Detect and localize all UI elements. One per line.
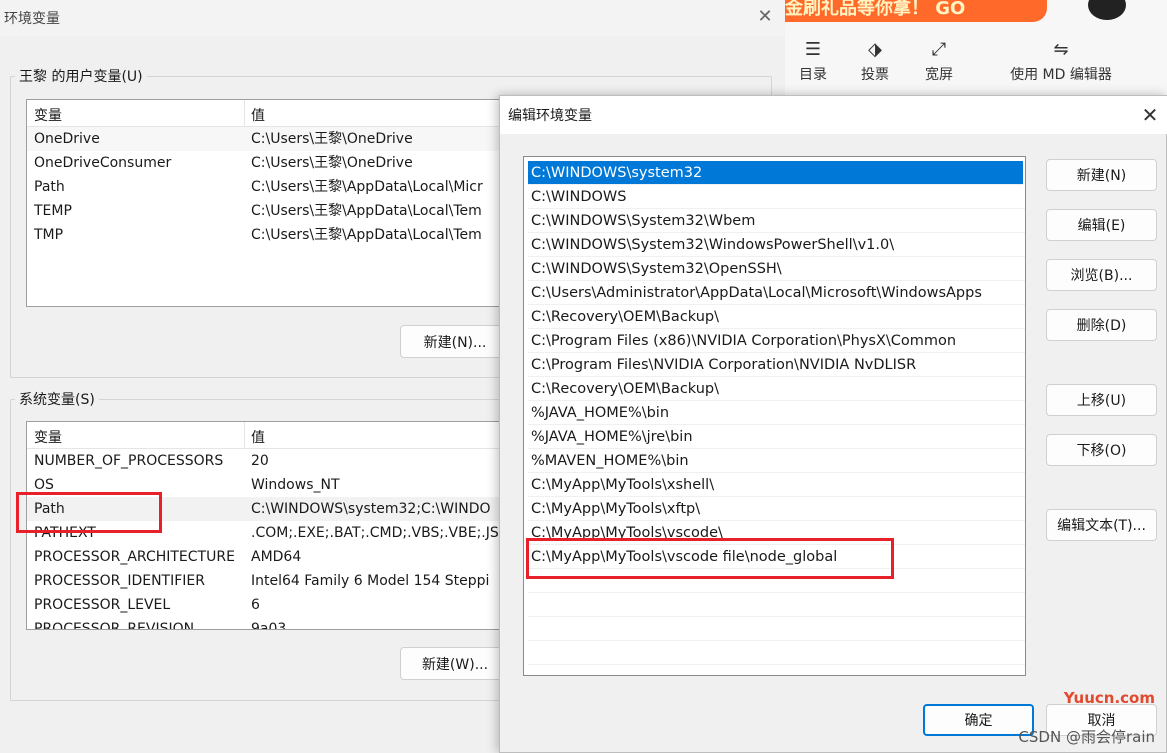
table-row[interactable]: OneDriveConsumer C:\Users\王黎\OneDrive: [27, 151, 517, 175]
user-variables-list[interactable]: 变量 值 OneDrive C:\Users\王黎\OneDrive OneDr…: [26, 99, 518, 307]
path-list[interactable]: C:\WINDOWS\system32 C:\WINDOWS C:\WINDOW…: [523, 156, 1026, 676]
list-item[interactable]: %MAVEN_HOME%\bin: [528, 449, 1025, 473]
table-row[interactable]: TEMP C:\Users\王黎\AppData\Local\Tem: [27, 199, 517, 223]
env-window-title: 环境变量: [4, 11, 60, 27]
list-item[interactable]: C:\WINDOWS\System32\WindowsPowerShell\v1…: [528, 233, 1025, 257]
user-new-button[interactable]: 新建(N)...: [400, 325, 510, 358]
list-item[interactable]: C:\Program Files\NVIDIA Corporation\NVID…: [528, 353, 1025, 377]
widescreen-icon: ⤢: [931, 39, 947, 60]
close-icon[interactable]: ✕: [754, 6, 776, 28]
edit-dialog-titlebar: 编辑环境变量 ✕: [500, 96, 1167, 134]
move-down-button[interactable]: 下移(O): [1046, 434, 1157, 466]
csdn-watermark: CSDN @雨会停rain: [1018, 728, 1155, 746]
column-header-variable[interactable]: 变量: [34, 105, 62, 125]
table-row[interactable]: PROCESSOR_ARCHITECTURE AMD64: [27, 545, 517, 569]
var-name: TEMP: [34, 203, 72, 219]
switch-icon: ⇋: [1053, 39, 1069, 60]
var-name: TMP: [34, 227, 64, 243]
var-value: C:\Users\王黎\AppData\Local\Tem: [251, 227, 482, 243]
table-row[interactable]: PROCESSOR_IDENTIFIER Intel64 Family 6 Mo…: [27, 569, 517, 593]
var-name: OneDrive: [34, 131, 100, 147]
edit-text-button[interactable]: 编辑文本(T)...: [1046, 509, 1157, 541]
column-header-value[interactable]: 值: [251, 105, 265, 125]
toolbar-label: 投票: [861, 67, 889, 83]
list-item-empty[interactable]: [528, 617, 1025, 641]
list-item[interactable]: C:\Users\Administrator\AppData\Local\Mic…: [528, 281, 1025, 305]
system-new-button[interactable]: 新建(W)...: [400, 647, 510, 680]
list-item[interactable]: C:\Program Files (x86)\NVIDIA Corporatio…: [528, 329, 1025, 353]
var-value: .COM;.EXE;.BAT;.CMD;.VBS;.VBE;.JS: [251, 525, 499, 541]
var-value: Intel64 Family 6 Model 154 Steppi: [251, 573, 490, 589]
var-value: C:\Users\王黎\OneDrive: [251, 131, 413, 147]
table-row[interactable]: Path C:\Users\王黎\AppData\Local\Micr: [27, 175, 517, 199]
var-name: OneDriveConsumer: [34, 155, 172, 171]
banner-text: 金刷礼品等你拿！ GO: [785, 0, 966, 19]
ok-button[interactable]: 确定: [923, 704, 1034, 736]
var-name: PROCESSOR_REVISION: [34, 621, 195, 630]
browse-button[interactable]: 浏览(B)...: [1046, 259, 1157, 291]
var-name: Path: [34, 179, 65, 195]
var-name: PROCESSOR_IDENTIFIER: [34, 573, 205, 589]
list-item-empty[interactable]: [528, 641, 1025, 665]
system-list-header: 变量 值: [27, 422, 517, 449]
user-variables-label: 王黎 的用户变量(U): [19, 69, 143, 85]
var-value: C:\Users\王黎\OneDrive: [251, 155, 413, 171]
var-value: Windows_NT: [251, 477, 340, 493]
list-icon: ☰: [804, 39, 822, 60]
var-value: C:\Users\王黎\AppData\Local\Micr: [251, 179, 483, 195]
promo-banner[interactable]: 金刷礼品等你拿！ GO: [785, 0, 1047, 22]
var-name: NUMBER_OF_PROCESSORS: [34, 453, 224, 469]
var-name: PROCESSOR_ARCHITECTURE: [34, 549, 235, 565]
path-highlight-box: [16, 492, 162, 533]
var-value: C:\Users\王黎\AppData\Local\Tem: [251, 203, 482, 219]
edit-dialog-title: 编辑环境变量: [508, 108, 592, 124]
table-row[interactable]: OneDrive C:\Users\王黎\OneDrive: [27, 127, 517, 151]
list-item[interactable]: C:\MyApp\MyTools\xftp\: [528, 497, 1025, 521]
move-up-button[interactable]: 上移(U): [1046, 384, 1157, 416]
close-icon[interactable]: ✕: [1138, 103, 1162, 127]
vote-icon: ⬗: [868, 39, 882, 60]
system-variables-label: 系统变量(S): [19, 392, 95, 408]
toolbar-item-toc[interactable]: ☰ 目录: [795, 40, 831, 84]
env-titlebar: 环境变量 ✕: [0, 0, 785, 36]
table-row[interactable]: TMP C:\Users\王黎\AppData\Local\Tem: [27, 223, 517, 247]
list-item-empty[interactable]: [528, 593, 1025, 617]
list-item[interactable]: %JAVA_HOME%\jre\bin: [528, 425, 1025, 449]
delete-button[interactable]: 删除(D): [1046, 309, 1157, 341]
edit-environment-variable-dialog: 编辑环境变量 ✕ C:\WINDOWS\system32 C:\WINDOWS …: [499, 95, 1167, 753]
toolbar-item-widescreen[interactable]: ⤢ 宽屏: [919, 40, 959, 84]
toolbar-item-md-editor[interactable]: ⇋ 使用 MD 编辑器: [1003, 40, 1119, 84]
toolbar-label: 目录: [799, 67, 827, 83]
var-value: AMD64: [251, 549, 302, 565]
list-item[interactable]: C:\Recovery\OEM\Backup\: [528, 305, 1025, 329]
column-header-value[interactable]: 值: [251, 427, 265, 447]
toolbar-label: 宽屏: [925, 67, 953, 83]
list-item[interactable]: C:\MyApp\MyTools\xshell\: [528, 473, 1025, 497]
toolbar-label: 使用 MD 编辑器: [1010, 67, 1112, 83]
var-value: 9a03: [251, 621, 287, 630]
column-header-variable[interactable]: 变量: [34, 427, 62, 447]
list-item-selected[interactable]: C:\WINDOWS\system32: [528, 161, 1023, 185]
list-item[interactable]: C:\Recovery\OEM\Backup\: [528, 377, 1025, 401]
site-watermark: Yuucn.com: [1063, 689, 1155, 707]
toolbar-item-vote[interactable]: ⬗ 投票: [855, 40, 895, 84]
table-row[interactable]: NUMBER_OF_PROCESSORS 20: [27, 449, 517, 473]
edit-button[interactable]: 编辑(E): [1046, 209, 1157, 241]
list-item[interactable]: C:\WINDOWS: [528, 185, 1025, 209]
var-value: 6: [251, 597, 260, 613]
new-path-highlight-box: [526, 538, 894, 579]
var-name: PROCESSOR_LEVEL: [34, 597, 171, 613]
table-row[interactable]: PROCESSOR_LEVEL 6: [27, 593, 517, 617]
list-item[interactable]: C:\WINDOWS\System32\OpenSSH\: [528, 257, 1025, 281]
list-item[interactable]: C:\WINDOWS\System32\Wbem: [528, 209, 1025, 233]
var-value: 20: [251, 453, 269, 469]
table-row[interactable]: PROCESSOR_REVISION 9a03: [27, 617, 517, 630]
new-button[interactable]: 新建(N): [1046, 159, 1157, 191]
list-item[interactable]: %JAVA_HOME%\bin: [528, 401, 1025, 425]
var-value: C:\WINDOWS\system32;C:\WINDO: [251, 501, 491, 517]
user-list-header: 变量 值: [27, 100, 517, 127]
